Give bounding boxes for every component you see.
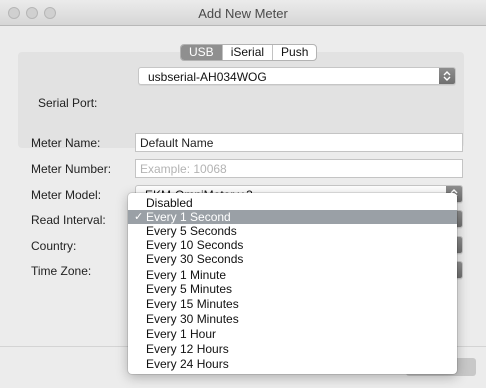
- menu-item-every-12-hours[interactable]: Every 12 Hours: [128, 342, 457, 356]
- menu-item-every-30-minutes[interactable]: Every 30 Minutes: [128, 312, 457, 326]
- meter-name-label: Meter Name:: [31, 136, 101, 150]
- menu-item-label: Every 1 Minute: [146, 268, 227, 282]
- time-zone-label: Time Zone:: [31, 264, 92, 278]
- read-interval-label: Read Interval:: [31, 213, 106, 227]
- serial-port-value: usbserial-AH034WOG: [148, 70, 267, 84]
- menu-item-every-1-hour[interactable]: Every 1 Hour: [128, 327, 457, 341]
- serial-port-label: Serial Port:: [38, 96, 98, 110]
- menu-item-every-15-minutes[interactable]: Every 15 Minutes: [128, 297, 457, 311]
- tab-push[interactable]: Push: [272, 45, 316, 60]
- menu-item-label: Every 24 Hours: [146, 357, 229, 371]
- menu-item-label: Every 30 Minutes: [146, 312, 239, 326]
- read-interval-dropdown-menu: Disabled ✓ Every 1 Second Every 5 Seconds…: [128, 193, 457, 374]
- menu-item-every-5-seconds[interactable]: Every 5 Seconds: [128, 224, 457, 238]
- country-label: Country:: [31, 239, 77, 253]
- menu-item-label: Every 30 Seconds: [146, 252, 244, 266]
- meter-number-field[interactable]: Example: 10068: [135, 159, 463, 178]
- tab-usb[interactable]: USB: [181, 45, 222, 60]
- meter-number-placeholder: Example: 10068: [140, 162, 227, 176]
- menu-item-label: Every 5 Seconds: [146, 224, 237, 238]
- menu-item-label: Every 12 Hours: [146, 342, 229, 356]
- meter-number-label: Meter Number:: [31, 162, 112, 176]
- menu-item-every-1-minute[interactable]: Every 1 Minute: [128, 268, 457, 282]
- menu-item-label: Every 15 Minutes: [146, 297, 239, 311]
- menu-item-every-30-seconds[interactable]: Every 30 Seconds: [128, 252, 457, 266]
- add-meter-window: Add New Meter USB iSerial Push Serial Po…: [0, 0, 486, 388]
- meter-name-value: Default Name: [140, 136, 214, 150]
- window-title: Add New Meter: [198, 6, 288, 21]
- menu-item-every-24-hours[interactable]: Every 24 Hours: [128, 357, 457, 371]
- checkmark-icon: ✓: [134, 211, 144, 223]
- meter-model-label: Meter Model:: [31, 188, 102, 202]
- menu-item-disabled[interactable]: Disabled: [128, 196, 457, 210]
- menu-item-label: Every 5 Minutes: [146, 282, 233, 296]
- menu-item-label: Every 1 Second: [146, 210, 231, 224]
- menu-item-every-10-seconds[interactable]: Every 10 Seconds: [128, 238, 457, 252]
- serial-port-select[interactable]: usbserial-AH034WOG: [138, 67, 456, 85]
- menu-item-every-5-minutes[interactable]: Every 5 Minutes: [128, 282, 457, 296]
- title-bar: Add New Meter: [0, 0, 486, 26]
- connection-tabs: USB iSerial Push: [180, 44, 318, 61]
- meter-name-field[interactable]: Default Name: [135, 133, 463, 152]
- menu-item-every-1-second[interactable]: ✓ Every 1 Second: [128, 210, 457, 224]
- menu-item-label: Every 1 Hour: [146, 327, 217, 341]
- tab-iserial[interactable]: iSerial: [221, 45, 272, 60]
- menu-item-label: Every 10 Seconds: [146, 238, 244, 252]
- up-down-chevron-icon: [439, 68, 455, 84]
- menu-item-label: Disabled: [146, 196, 193, 210]
